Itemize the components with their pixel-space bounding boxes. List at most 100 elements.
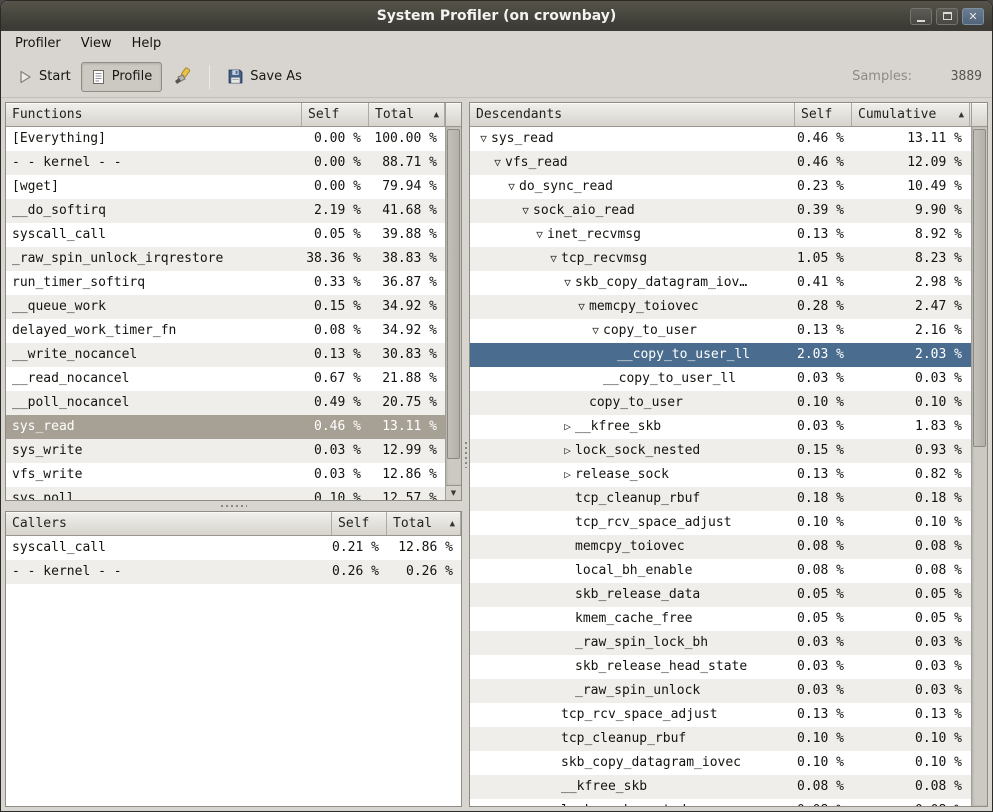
menu-profiler[interactable]: Profiler bbox=[5, 33, 71, 54]
start-button[interactable]: Start bbox=[7, 62, 81, 92]
function-row[interactable]: __queue_work0.15 %34.92 % bbox=[6, 295, 445, 319]
descendant-row[interactable]: ▽vfs_read0.46 %12.09 % bbox=[470, 151, 971, 175]
maximize-button[interactable] bbox=[936, 8, 958, 25]
expander-open-icon[interactable]: ▽ bbox=[546, 247, 561, 271]
function-row[interactable]: _raw_spin_unlock_irqrestore38.36 %38.83 … bbox=[6, 247, 445, 271]
descendant-row[interactable]: memcpy_toiovec0.08 %0.08 % bbox=[470, 535, 971, 559]
total-percent-cell: 12.57 % bbox=[369, 487, 445, 500]
descendant-row[interactable]: __copy_to_user_ll0.03 %0.03 % bbox=[470, 367, 971, 391]
column-header-total[interactable]: Total ▲ bbox=[369, 103, 445, 126]
vertical-splitter[interactable] bbox=[462, 102, 469, 807]
profile-button[interactable]: Profile bbox=[81, 62, 162, 92]
tree-indent bbox=[476, 427, 560, 428]
titlebar[interactable]: System Profiler (on crownbay) ✕ bbox=[1, 1, 992, 31]
function-row[interactable]: syscall_call0.05 %39.88 % bbox=[6, 223, 445, 247]
horizontal-splitter[interactable] bbox=[5, 501, 462, 511]
function-row[interactable]: [Everything]0.00 %100.00 % bbox=[6, 127, 445, 151]
function-row[interactable]: sys_poll0.10 %12.57 % bbox=[6, 487, 445, 500]
descendant-row[interactable]: tcp_cleanup_rbuf0.18 %0.18 % bbox=[470, 487, 971, 511]
expander-open-icon[interactable]: ▽ bbox=[504, 175, 519, 199]
function-name-cell: sys_read bbox=[6, 415, 302, 439]
function-row[interactable]: __write_nocancel0.13 %30.83 % bbox=[6, 343, 445, 367]
menu-help[interactable]: Help bbox=[122, 33, 172, 54]
total-percent-cell: 38.83 % bbox=[369, 247, 445, 271]
descendant-row[interactable]: local_bh_enable0.08 %0.08 % bbox=[470, 559, 971, 583]
descendant-row[interactable]: ▽inet_recvmsg0.13 %8.92 % bbox=[470, 223, 971, 247]
column-header-total[interactable]: Total ▲ bbox=[387, 512, 461, 535]
function-name: memcpy_toiovec bbox=[589, 295, 699, 319]
column-header-cumulative[interactable]: Cumulative ▲ bbox=[852, 103, 970, 126]
function-row[interactable]: - - kernel - -0.00 %88.71 % bbox=[6, 151, 445, 175]
close-button[interactable]: ✕ bbox=[962, 8, 984, 25]
function-row[interactable]: __poll_nocancel0.49 %20.75 % bbox=[6, 391, 445, 415]
function-row[interactable]: __read_nocancel0.67 %21.88 % bbox=[6, 367, 445, 391]
function-row[interactable]: run_timer_softirq0.33 %36.87 % bbox=[6, 271, 445, 295]
descendant-row[interactable]: ▽sock_aio_read0.39 %9.90 % bbox=[470, 199, 971, 223]
menu-view[interactable]: View bbox=[71, 33, 122, 54]
expander-closed-icon[interactable]: ▷ bbox=[560, 415, 575, 439]
expander-closed-icon[interactable]: ▷ bbox=[560, 463, 575, 487]
function-row[interactable]: sys_write0.03 %12.99 % bbox=[6, 439, 445, 463]
expander-open-icon[interactable]: ▽ bbox=[518, 199, 533, 223]
column-header-descendants[interactable]: Descendants bbox=[470, 103, 795, 126]
caller-row[interactable]: - - kernel - -0.26 %0.26 % bbox=[6, 560, 461, 584]
descendant-row[interactable]: ▽skb_copy_datagram_iov…0.41 %2.98 % bbox=[470, 271, 971, 295]
scrollbar-thumb[interactable] bbox=[973, 129, 986, 447]
function-name: lock_sock_nested bbox=[575, 439, 700, 463]
expander-open-icon[interactable]: ▽ bbox=[574, 295, 589, 319]
descendant-row[interactable]: ▷release_sock0.13 %0.82 % bbox=[470, 463, 971, 487]
descendant-row[interactable]: skb_copy_datagram_iovec0.10 %0.10 % bbox=[470, 751, 971, 775]
minimize-button[interactable] bbox=[910, 8, 932, 25]
scrollbar-thumb[interactable] bbox=[447, 129, 460, 459]
descendant-row[interactable]: ▷lock_sock_nested0.08 %0.08 % bbox=[470, 799, 971, 806]
function-row[interactable]: sys_read0.46 %13.11 % bbox=[6, 415, 445, 439]
expander-open-icon[interactable]: ▽ bbox=[490, 151, 505, 175]
self-percent-cell: 0.03 % bbox=[795, 367, 852, 391]
expander-open-icon[interactable]: ▽ bbox=[560, 271, 575, 295]
column-header-functions[interactable]: Functions bbox=[6, 103, 302, 126]
expander-open-icon[interactable]: ▽ bbox=[532, 223, 547, 247]
menubar: Profiler View Help bbox=[1, 31, 992, 56]
function-row[interactable]: delayed_work_timer_fn0.08 %34.92 % bbox=[6, 319, 445, 343]
caller-row[interactable]: syscall_call0.21 %12.86 % bbox=[6, 536, 461, 560]
tree-name-cell: _raw_spin_unlock bbox=[470, 679, 795, 703]
descendant-row[interactable]: tcp_rcv_space_adjust0.13 %0.13 % bbox=[470, 703, 971, 727]
reset-button[interactable] bbox=[162, 62, 202, 92]
descendant-row[interactable]: skb_release_head_state0.03 %0.03 % bbox=[470, 655, 971, 679]
self-percent-cell: 0.15 % bbox=[302, 295, 369, 319]
scrollbar-track[interactable] bbox=[972, 127, 987, 806]
self-percent-cell: 0.46 % bbox=[795, 151, 852, 175]
expander-open-icon[interactable]: ▽ bbox=[476, 127, 491, 151]
scroll-down-button[interactable]: ▼ bbox=[446, 485, 461, 500]
function-row[interactable]: vfs_write0.03 %12.86 % bbox=[6, 463, 445, 487]
descendant-row[interactable]: ▷__kfree_skb0.03 %1.83 % bbox=[470, 415, 971, 439]
descendant-row[interactable]: _raw_spin_lock_bh0.03 %0.03 % bbox=[470, 631, 971, 655]
sort-arrow-icon: ▲ bbox=[434, 110, 444, 120]
descendant-row[interactable]: ▽memcpy_toiovec0.28 %2.47 % bbox=[470, 295, 971, 319]
descendant-row[interactable]: ▽sys_read0.46 %13.11 % bbox=[470, 127, 971, 151]
column-header-callers[interactable]: Callers bbox=[6, 512, 332, 535]
descendant-row[interactable]: __copy_to_user_ll2.03 %2.03 % bbox=[470, 343, 971, 367]
descendant-row[interactable]: ▽do_sync_read0.23 %10.49 % bbox=[470, 175, 971, 199]
descendant-row[interactable]: _raw_spin_unlock0.03 %0.03 % bbox=[470, 679, 971, 703]
descendant-row[interactable]: __kfree_skb0.08 %0.08 % bbox=[470, 775, 971, 799]
descendant-row[interactable]: ▽tcp_recvmsg1.05 %8.23 % bbox=[470, 247, 971, 271]
column-header-self[interactable]: Self bbox=[332, 512, 387, 535]
descendant-row[interactable]: copy_to_user0.10 %0.10 % bbox=[470, 391, 971, 415]
function-row[interactable]: [wget]0.00 %79.94 % bbox=[6, 175, 445, 199]
descendant-row[interactable]: ▷lock_sock_nested0.15 %0.93 % bbox=[470, 439, 971, 463]
expander-open-icon[interactable]: ▽ bbox=[588, 319, 603, 343]
descendant-row[interactable]: kmem_cache_free0.05 %0.05 % bbox=[470, 607, 971, 631]
scrollbar-track[interactable] bbox=[446, 127, 461, 485]
column-header-self[interactable]: Self bbox=[795, 103, 852, 126]
save-as-button[interactable]: Save As bbox=[217, 62, 312, 92]
descendant-row[interactable]: skb_release_data0.05 %0.05 % bbox=[470, 583, 971, 607]
expander-closed-icon[interactable]: ▷ bbox=[546, 799, 561, 806]
tree-name-cell: _raw_spin_lock_bh bbox=[470, 631, 795, 655]
descendant-row[interactable]: ▽copy_to_user0.13 %2.16 % bbox=[470, 319, 971, 343]
descendant-row[interactable]: tcp_cleanup_rbuf0.10 %0.10 % bbox=[470, 727, 971, 751]
descendant-row[interactable]: tcp_rcv_space_adjust0.10 %0.10 % bbox=[470, 511, 971, 535]
expander-closed-icon[interactable]: ▷ bbox=[560, 439, 575, 463]
function-row[interactable]: __do_softirq2.19 %41.68 % bbox=[6, 199, 445, 223]
column-header-self[interactable]: Self bbox=[302, 103, 369, 126]
